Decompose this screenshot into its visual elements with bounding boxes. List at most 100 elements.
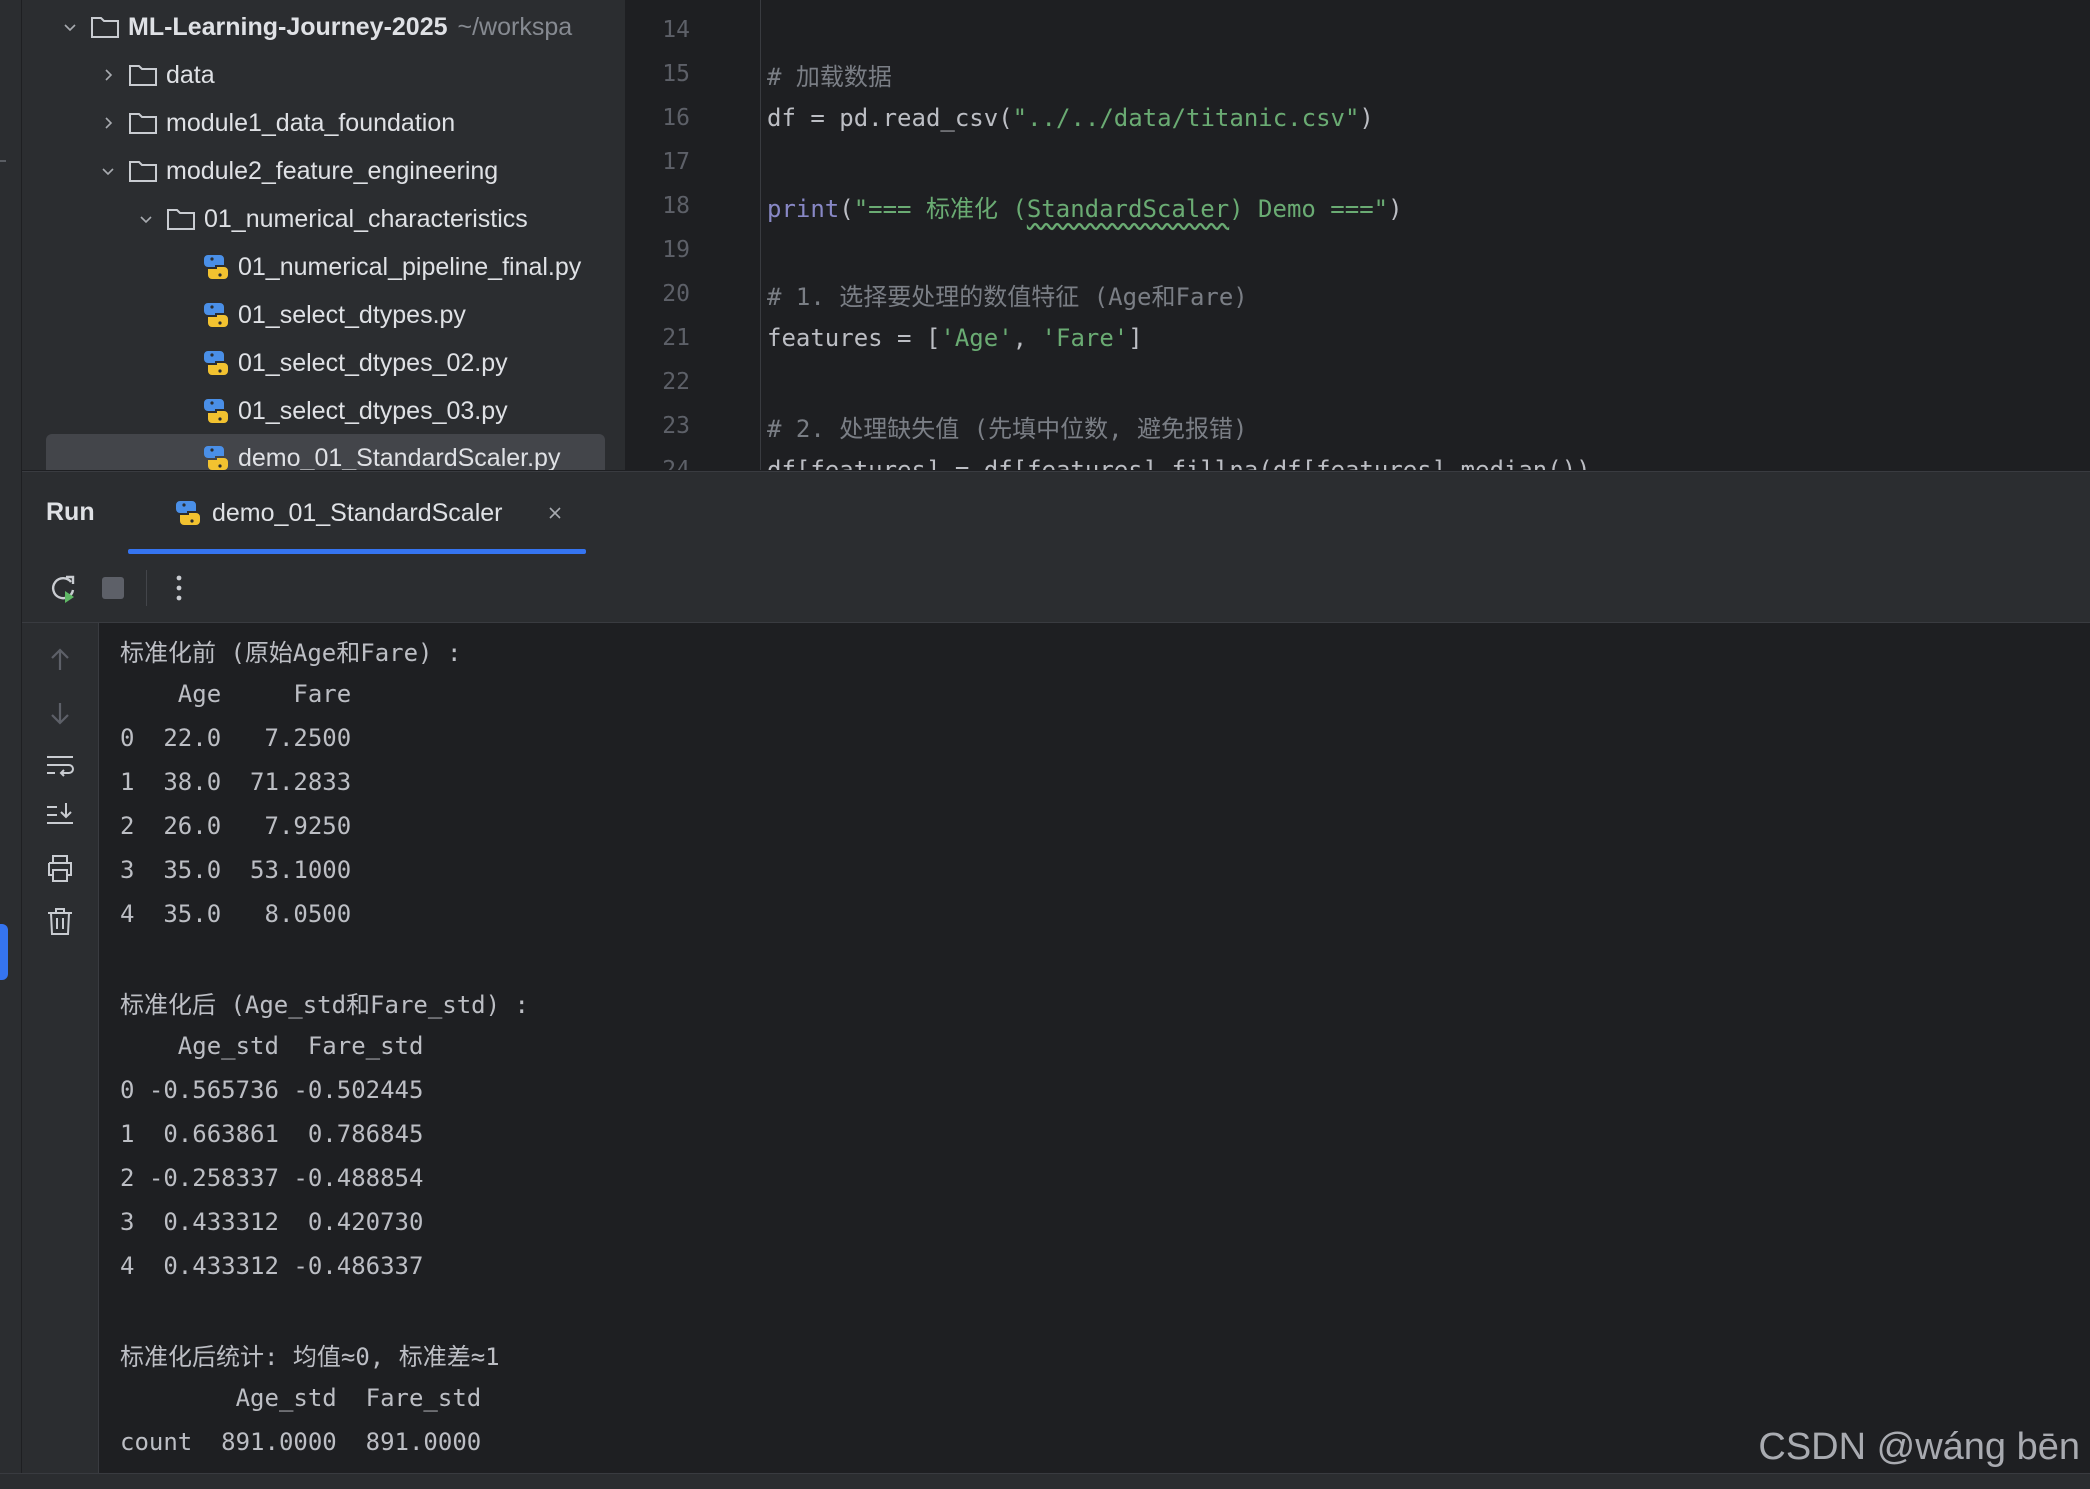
code-string-typo: StandardScaler <box>1026 194 1230 223</box>
code-builtin: print <box>767 194 840 223</box>
console-line: 1 0.663861 0.786845 <box>120 1120 424 1148</box>
folder-icon <box>128 62 158 88</box>
code-string: "=== 标准化 ( <box>853 194 1027 223</box>
console-line: 2 26.0 7.9250 <box>120 812 352 840</box>
run-panel-header: Run demo_01_StandardScaler <box>22 471 2090 555</box>
code-text: # 1. 选择要处理的数值特征 (Age和Fare) <box>767 282 1248 311</box>
code-string: 'Fare' <box>1041 324 1129 352</box>
run-panel-title: Run <box>46 498 95 526</box>
python-file-icon <box>202 253 230 281</box>
console-line: Age_std Fare_std <box>120 1384 482 1412</box>
code-token: ( <box>839 194 854 223</box>
tree-label: data <box>166 60 215 89</box>
code-line: 17 <box>626 140 2090 184</box>
code-line: 19 <box>626 228 2090 272</box>
python-file-icon <box>174 499 202 527</box>
line-number: 15 <box>662 61 690 87</box>
line-number: 16 <box>662 105 690 131</box>
close-icon[interactable] <box>542 498 568 528</box>
strip-divider <box>0 160 6 162</box>
tree-label: ML-Learning-Journey-2025 <box>128 12 448 41</box>
tree-item-file-selected[interactable]: demo_01_StandardScaler.py <box>22 434 625 470</box>
trash-icon[interactable] <box>43 904 77 938</box>
code-token: ) <box>1359 104 1374 132</box>
line-number: 18 <box>662 193 690 219</box>
code-line: 14 <box>626 8 2090 52</box>
console-side-toolbar <box>22 623 99 1488</box>
tree-item-file[interactable]: 01_select_dtypes_02.py <box>22 339 625 387</box>
tree-label: 01_select_dtypes_03.py <box>238 396 508 425</box>
console-output[interactable]: 标准化前 (原始Age和Fare) : Age Fare 0 22.0 7.25… <box>99 623 2090 1473</box>
line-number: 22 <box>662 369 690 395</box>
line-number: 14 <box>662 17 690 43</box>
run-toolbar <box>22 554 2090 623</box>
tree-path: ~/workspa <box>457 12 573 41</box>
tree-item-file[interactable]: 01_select_dtypes.py <box>22 291 625 339</box>
python-file-icon <box>202 444 230 470</box>
code-line: 21 features = ['Age', 'Fare'] <box>626 316 2090 360</box>
console-line: 3 0.433312 0.420730 <box>120 1208 424 1236</box>
code-string: "../../data/titanic.csv" <box>1012 104 1360 132</box>
tree-item-numerical-characteristics[interactable]: 01_numerical_characteristics <box>22 195 625 243</box>
tree-item-module1[interactable]: module1_data_foundation <box>22 99 625 147</box>
chevron-down-icon[interactable] <box>96 159 120 183</box>
chevron-right-icon[interactable] <box>96 111 120 135</box>
more-options-icon[interactable] <box>162 571 196 605</box>
tree-root[interactable]: ML-Learning-Journey-2025 ~/workspa <box>22 3 625 51</box>
console-line: 0 -0.565736 -0.502445 <box>120 1076 424 1104</box>
code-token: df = pd.read_csv( <box>767 104 1013 132</box>
rerun-icon[interactable] <box>46 571 80 605</box>
code-line: 15 # 加载数据 <box>626 52 2090 96</box>
tree-label: demo_01_StandardScaler.py <box>238 443 561 471</box>
tree-label: 01_numerical_characteristics <box>204 204 528 233</box>
console-line: mean 0.0000 0.0000 <box>120 1464 467 1473</box>
code-token: , <box>1012 324 1042 352</box>
code-token: ] <box>1128 324 1143 352</box>
folder-icon <box>128 110 158 136</box>
chevron-down-icon[interactable] <box>134 207 158 231</box>
code-token: ) <box>1388 194 1403 223</box>
tree-label: module2_feature_engineering <box>166 156 499 185</box>
chevron-right-icon[interactable] <box>96 63 120 87</box>
tree-item-module2[interactable]: module2_feature_engineering <box>22 147 625 195</box>
status-bar <box>0 1473 2090 1489</box>
console-line: Age_std Fare_std <box>120 1032 424 1060</box>
run-tab-label: demo_01_StandardScaler <box>212 498 503 527</box>
code-text: df[features] = df[features].fillna(df[fe… <box>767 456 1591 470</box>
code-string: 'Age' <box>940 324 1013 352</box>
run-tab[interactable]: demo_01_StandardScaler <box>128 472 586 554</box>
python-file-icon <box>202 301 230 329</box>
line-number: 20 <box>662 281 690 307</box>
arrow-down-icon[interactable] <box>43 696 77 730</box>
line-number: 24 <box>662 457 690 470</box>
toolbar-divider <box>146 570 147 606</box>
line-number: 23 <box>662 413 690 439</box>
tree-label: 01_numerical_pipeline_final.py <box>238 252 582 281</box>
arrow-up-icon[interactable] <box>43 643 77 677</box>
python-file-icon <box>202 397 230 425</box>
tree-label: 01_select_dtypes_02.py <box>238 348 508 377</box>
code-text: df = pd.read_csv("../../data/titanic.csv… <box>767 104 1374 132</box>
active-tool-indicator <box>0 924 8 980</box>
python-file-icon <box>202 349 230 377</box>
tree-item-file[interactable]: 01_select_dtypes_03.py <box>22 387 625 435</box>
console-line: 标准化前 (原始Age和Fare) : <box>120 638 462 667</box>
print-icon[interactable] <box>43 851 77 885</box>
tree-item-data[interactable]: data <box>22 51 625 99</box>
code-text: print("=== 标准化 (StandardScaler) Demo ===… <box>767 189 1403 224</box>
watermark: CSDN @wáng bēn <box>1758 1426 2080 1468</box>
folder-icon <box>128 158 158 184</box>
tree-item-file[interactable]: 01_numerical_pipeline_final.py <box>22 243 625 291</box>
code-editor[interactable]: 14 15 # 加载数据 16 df = pd.read_csv("../../… <box>626 0 2090 470</box>
code-line: 20 # 1. 选择要处理的数值特征 (Age和Fare) <box>626 272 2090 316</box>
tool-window-strip <box>0 0 22 1488</box>
code-text: features = ['Age', 'Fare'] <box>767 324 1143 352</box>
console-line: 标准化后统计: 均值≈0, 标准差≈1 <box>120 1342 500 1371</box>
stop-icon[interactable] <box>96 571 130 605</box>
folder-icon <box>90 14 120 40</box>
console-line: 4 0.433312 -0.486337 <box>120 1252 424 1280</box>
chevron-down-icon[interactable] <box>58 15 82 39</box>
tree-label: module1_data_foundation <box>166 108 456 137</box>
soft-wrap-icon[interactable] <box>43 748 77 782</box>
scroll-to-end-icon[interactable] <box>43 798 77 832</box>
